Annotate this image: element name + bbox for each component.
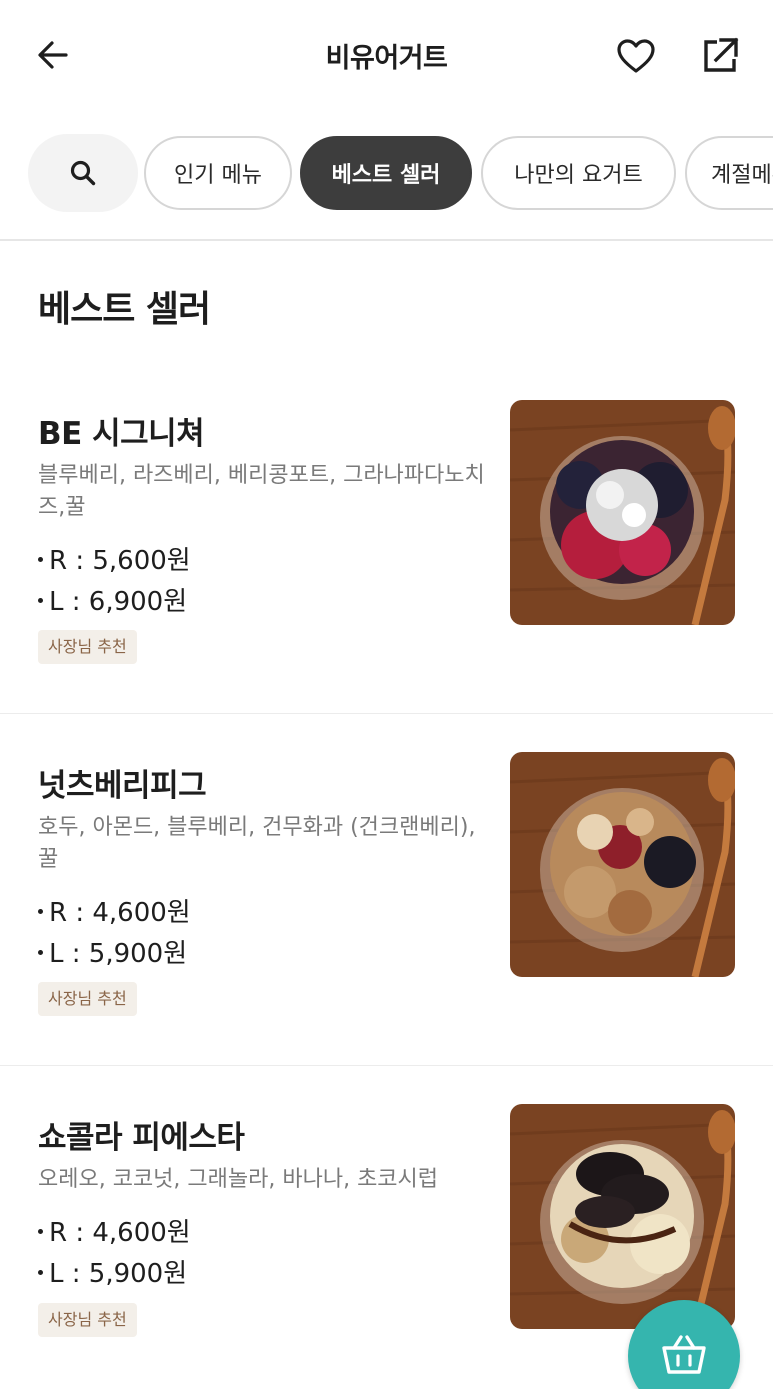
app-header: 비유어거트: [0, 0, 773, 112]
tab-best-seller[interactable]: 베스트 셀러: [300, 136, 472, 210]
menu-item-price-large: L : 5,900원: [38, 933, 187, 970]
basket-icon: [662, 1335, 706, 1374]
heart-outline-icon: [617, 39, 655, 73]
favorite-button[interactable]: [612, 32, 660, 80]
search-icon: [70, 160, 96, 186]
menu-item-description: 오레오, 코코넛, 그래놀라, 바나나, 초코시럽: [38, 1167, 439, 1192]
search-button[interactable]: [28, 134, 138, 212]
tab-seasonal-menu[interactable]: 계절메뉴: [685, 136, 773, 210]
menu-item-price-regular: R : 5,600원: [38, 540, 191, 577]
menu-item-price-regular: R : 4,600원: [38, 1212, 191, 1249]
menu-item-description: 호두, 아몬드, 블루베리, 건무화과 (건크랜베리), 꿀: [38, 815, 476, 872]
menu-item[interactable]: BE 시그니쳐 블루베리, 라즈베리, 베리콩포트, 그라나파다노치즈,꿀 R …: [0, 362, 773, 714]
menu-item-name: 넛츠베리피그: [38, 768, 207, 804]
menu-item-price-large: L : 5,900원: [38, 1253, 187, 1290]
menu-item-name: 쇼콜라 피에스타: [38, 1120, 245, 1156]
category-tabs: 인기 메뉴 베스트 셀러 나만의 요거트 계절메뉴: [0, 134, 773, 212]
share-button[interactable]: [696, 32, 744, 80]
menu-item-price-large: L : 6,900원: [38, 581, 187, 618]
recommend-badge: 사장님 추천: [38, 982, 137, 1016]
menu-item[interactable]: 넛츠베리피그 호두, 아몬드, 블루베리, 건무화과 (건크랜베리), 꿀 R …: [0, 714, 773, 1066]
tab-my-yogurt[interactable]: 나만의 요거트: [481, 136, 676, 210]
recommend-badge: 사장님 추천: [38, 630, 137, 664]
menu-item-description: 블루베리, 라즈베리, 베리콩포트, 그라나파다노치즈,꿀: [38, 463, 485, 520]
recommend-badge: 사장님 추천: [38, 1303, 137, 1337]
divider: [0, 239, 773, 241]
menu-item-price-regular: R : 4,600원: [38, 892, 191, 929]
section-title: 베스트 셀러: [38, 289, 211, 330]
tab-popular-menu[interactable]: 인기 메뉴: [144, 136, 292, 210]
menu-item-image: [510, 400, 735, 625]
share-external-icon: [704, 37, 739, 72]
menu-item-image: [510, 1104, 735, 1329]
menu-item-name: BE 시그니쳐: [38, 416, 205, 452]
menu-item-image: [510, 752, 735, 977]
